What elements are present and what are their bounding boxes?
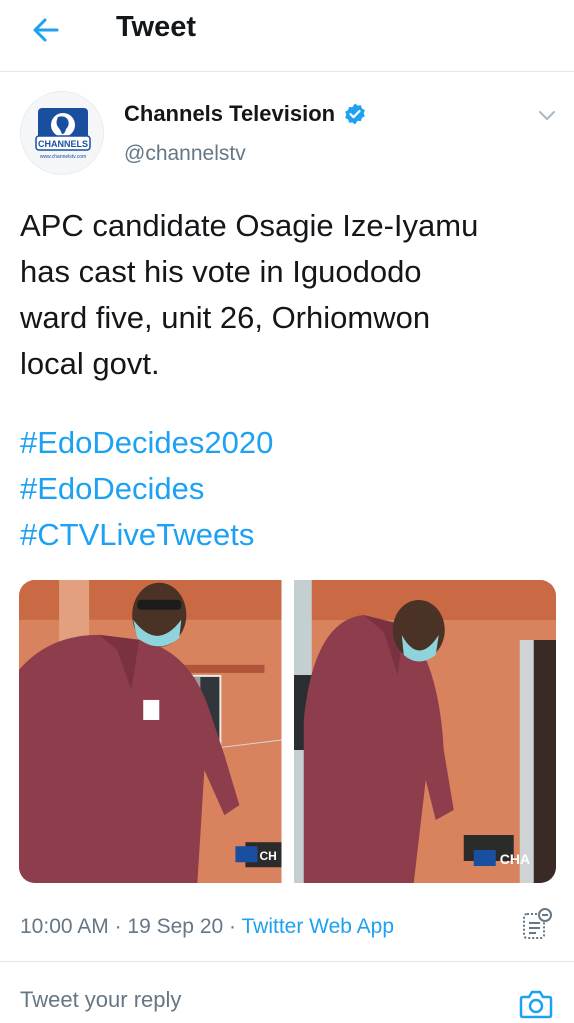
tweet-text-line: APC candidate Osagie Ize-Iyamu [20, 208, 479, 243]
hashtag-link[interactable]: #EdoDecides2020 [20, 420, 560, 466]
hashtag-list: #EdoDecides2020 #EdoDecides #CTVLiveTwee… [20, 420, 560, 558]
top-bar: Tweet [0, 0, 574, 72]
verified-badge-icon [345, 103, 365, 125]
camera-icon [519, 990, 553, 1019]
channels-logo-icon: CHANNELS www.channelstv.com [21, 92, 103, 174]
author-name[interactable]: Channels Television [124, 101, 367, 127]
tweet-source-link[interactable]: Twitter Web App [242, 915, 395, 938]
photo-image: CHA [293, 580, 556, 883]
photo-image: CH [19, 580, 282, 883]
tweet-date: 19 Sep 20 [127, 915, 224, 938]
more-options-button[interactable] [532, 100, 562, 130]
tweet-analytics-button[interactable] [514, 903, 558, 947]
author-handle[interactable]: @channelstv [124, 142, 246, 166]
arrow-left-icon [33, 18, 59, 42]
hashtag-link[interactable]: #EdoDecides [20, 466, 560, 512]
meta-separator: · [114, 915, 122, 938]
chevron-down-icon [539, 111, 555, 120]
page-title: Tweet [116, 11, 197, 43]
photo-watermark: CH [259, 849, 276, 863]
tweet-text-line: local govt. [20, 346, 160, 381]
tweet-text-line: has cast his vote in Iguododo [20, 254, 422, 289]
tweet-text-line: ward five, unit 26, Orhiomwon [20, 300, 431, 335]
tweet-text: APC candidate Osagie Ize-Iyamu has cast … [20, 203, 560, 387]
meta-separator: · [229, 915, 237, 938]
avatar[interactable]: CHANNELS www.channelstv.com [20, 91, 104, 175]
reply-input[interactable]: Tweet your reply [20, 987, 490, 1017]
tweet-photo[interactable]: CH [19, 580, 282, 883]
tweet-metadata: 10:00 AM · 19 Sep 20 · Twitter Web App [20, 915, 394, 939]
divider [0, 961, 574, 962]
hashtag-link[interactable]: #CTVLiveTweets [20, 512, 560, 558]
photo-watermark: CHA [499, 851, 529, 867]
analytics-icon [523, 908, 552, 939]
avatar-logo-url: www.channelstv.com [40, 154, 86, 160]
author-name-text: Channels Television [124, 101, 336, 126]
back-button[interactable] [26, 10, 66, 50]
tweet-photo[interactable]: CHA [293, 580, 556, 883]
camera-button[interactable] [514, 984, 558, 1023]
tweet-media: CH CHA [19, 580, 556, 883]
avatar-logo-text: CHANNELS [38, 139, 88, 149]
tweet-time: 10:00 AM [20, 915, 109, 938]
